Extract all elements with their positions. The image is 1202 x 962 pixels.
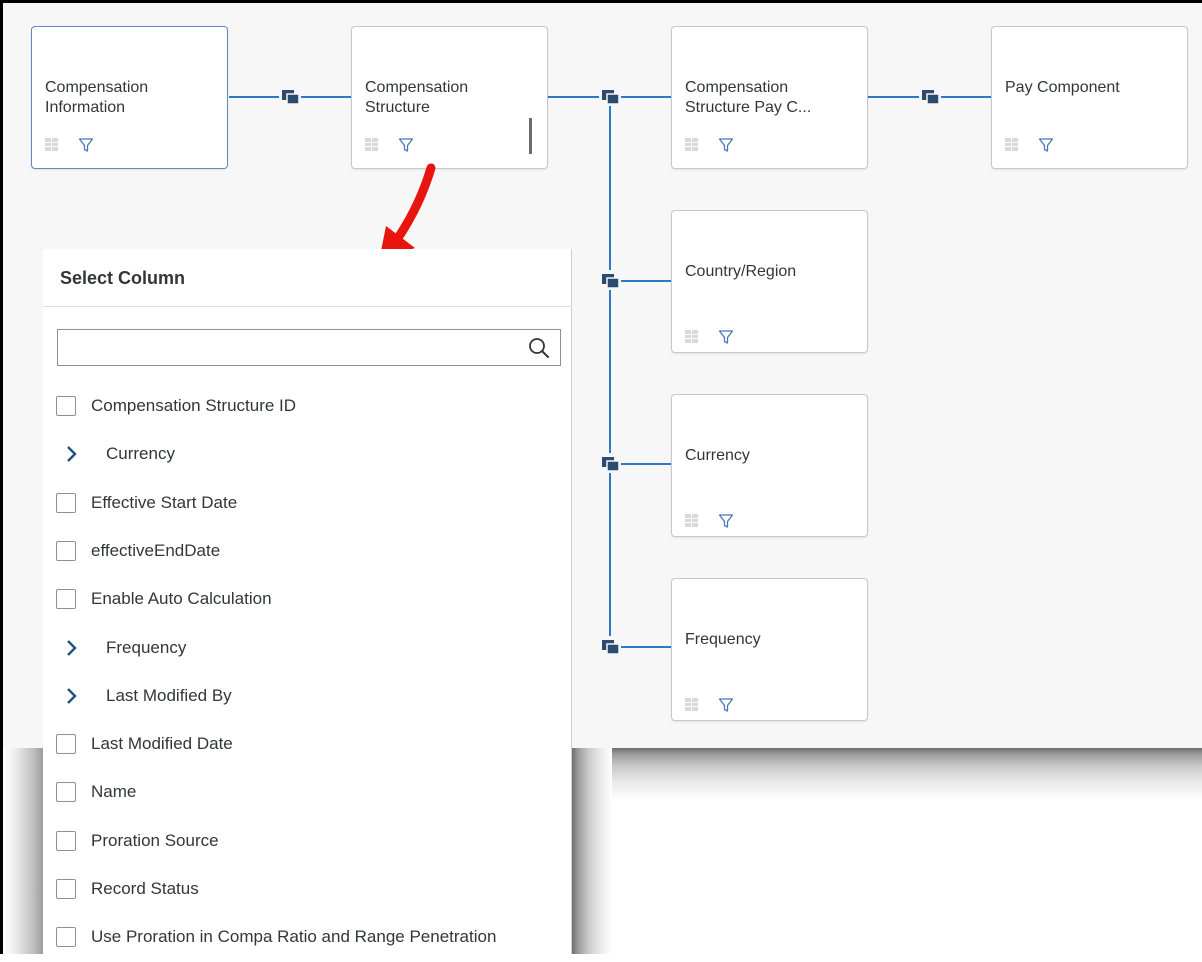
search-field[interactable] — [57, 329, 561, 366]
node-country-region[interactable]: Country/Region — [671, 210, 868, 353]
left-shadow — [3, 748, 43, 954]
column-label: Use Proration in Compa Ratio and Range P… — [91, 927, 497, 947]
node-title: Pay Component — [1005, 79, 1120, 96]
join-icon[interactable] — [919, 86, 941, 106]
column-item[interactable]: Frequency — [43, 625, 572, 673]
chevron-right-icon[interactable] — [65, 444, 79, 464]
filter-icon[interactable] — [78, 137, 94, 153]
column-item[interactable]: Effective Start Date — [43, 480, 572, 528]
node-currency[interactable]: Currency — [671, 394, 868, 537]
table-icon[interactable] — [685, 514, 698, 527]
column-label: Effective Start Date — [91, 492, 238, 512]
column-label: Last Modified Date — [91, 734, 233, 754]
column-item[interactable]: Record Status — [43, 866, 572, 914]
column-item[interactable]: Name — [43, 769, 572, 817]
join-icon[interactable] — [599, 453, 621, 473]
filter-icon[interactable] — [718, 697, 734, 713]
table-icon[interactable] — [685, 698, 698, 711]
column-checkbox[interactable] — [56, 782, 76, 803]
join-icon[interactable] — [599, 636, 621, 656]
panel-header: Select Column — [43, 249, 572, 307]
join-icon[interactable] — [599, 270, 621, 290]
node-compensation-structure[interactable]: Compensation Structure — [351, 26, 548, 169]
column-checkbox[interactable] — [56, 492, 76, 513]
node-compensation-information[interactable]: Compensation Information — [31, 26, 228, 169]
column-checkbox[interactable] — [56, 540, 76, 561]
filter-icon[interactable] — [718, 329, 734, 345]
node-title: Compensation Information — [45, 79, 149, 116]
column-item[interactable]: Enable Auto Calculation — [43, 576, 572, 624]
join-icon[interactable] — [599, 86, 621, 106]
column-label: Proration Source — [91, 830, 219, 850]
node-compensation-structure-pay[interactable]: Compensation Structure Pay C... — [671, 26, 868, 169]
column-checkbox[interactable] — [56, 589, 76, 610]
node-title: Frequency — [685, 631, 761, 648]
node-title: Compensation Structure — [365, 79, 469, 116]
search-icon[interactable] — [528, 337, 550, 359]
search-input[interactable] — [58, 330, 518, 365]
connector-line — [609, 96, 611, 642]
lower-area — [612, 800, 1202, 954]
node-title: Compensation Structure Pay C... — [685, 79, 812, 116]
column-item[interactable]: Compensation Structure ID — [43, 383, 572, 431]
column-label: Name — [91, 782, 137, 802]
column-label: Compensation Structure ID — [91, 396, 297, 415]
column-label: Enable Auto Calculation — [91, 589, 272, 609]
column-checkbox[interactable] — [56, 927, 76, 948]
column-checkbox[interactable] — [56, 879, 76, 899]
column-label: Last Modified By — [106, 685, 232, 705]
table-icon[interactable] — [365, 138, 378, 151]
select-column-panel: Select Column Compensation Structure ID C… — [43, 249, 572, 954]
node-frequency[interactable]: Frequency — [671, 578, 868, 721]
column-checkbox[interactable] — [56, 396, 76, 416]
column-checkbox[interactable] — [56, 734, 76, 755]
column-label: effectiveEndDate — [91, 540, 221, 560]
column-label: Currency — [106, 444, 175, 464]
table-icon[interactable] — [45, 138, 58, 151]
chevron-right-icon[interactable] — [65, 686, 79, 706]
column-label: Record Status — [91, 879, 199, 898]
chevron-right-icon[interactable] — [65, 638, 79, 658]
column-item[interactable]: Last Modified Date — [43, 721, 572, 769]
column-item[interactable]: effectiveEndDate — [43, 528, 572, 576]
filter-icon[interactable] — [1038, 137, 1054, 153]
column-item[interactable]: Currency — [43, 431, 572, 479]
column-item[interactable]: Last Modified By — [43, 673, 572, 721]
filter-icon[interactable] — [398, 137, 414, 153]
column-item[interactable]: Proration Source — [43, 818, 572, 866]
column-label: Frequency — [106, 637, 187, 657]
table-icon[interactable] — [685, 330, 698, 343]
node-title: Country/Region — [685, 263, 797, 280]
panel-scroll-edge — [529, 118, 532, 154]
panel-title: Select Column — [60, 268, 186, 288]
panel-shadow — [572, 748, 612, 954]
filter-icon[interactable] — [718, 513, 734, 529]
table-icon[interactable] — [1005, 138, 1018, 151]
node-pay-component[interactable]: Pay Component — [991, 26, 1188, 169]
join-icon[interactable] — [279, 86, 301, 106]
column-checkbox[interactable] — [56, 830, 76, 851]
node-title: Currency — [685, 447, 750, 464]
filter-icon[interactable] — [718, 137, 734, 153]
column-item[interactable]: Use Proration in Compa Ratio and Range P… — [43, 914, 572, 962]
table-icon[interactable] — [685, 138, 698, 151]
